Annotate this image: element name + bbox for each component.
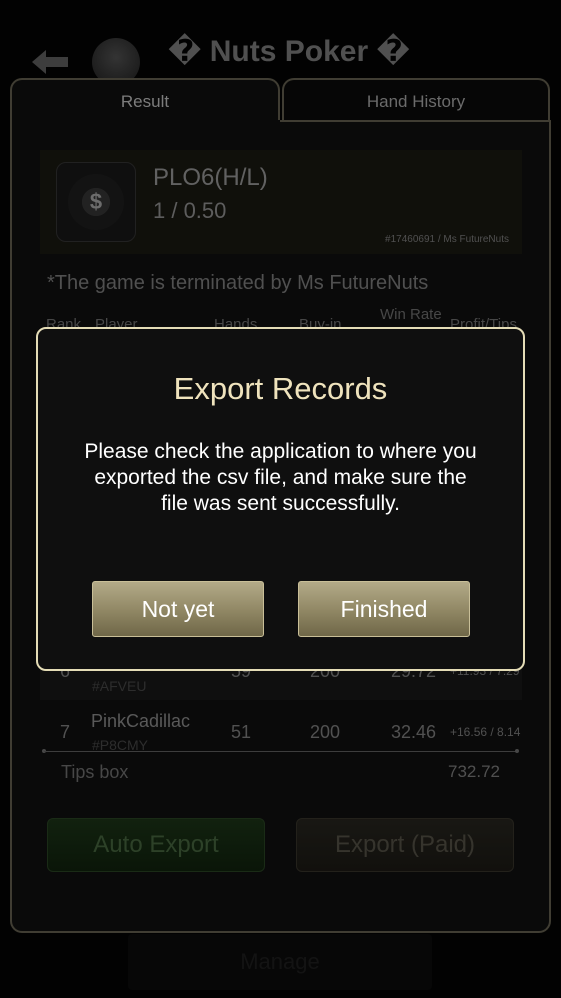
export-records-dialog: Export Records Please check the applicat… bbox=[36, 327, 525, 671]
not-yet-button[interactable]: Not yet bbox=[92, 581, 264, 637]
finished-button[interactable]: Finished bbox=[298, 581, 470, 637]
app-screen: � Nuts Poker � Result Hand History $ PLO… bbox=[0, 0, 561, 998]
dialog-title: Export Records bbox=[173, 371, 388, 406]
dialog-message: Please check the application to where yo… bbox=[84, 440, 477, 515]
